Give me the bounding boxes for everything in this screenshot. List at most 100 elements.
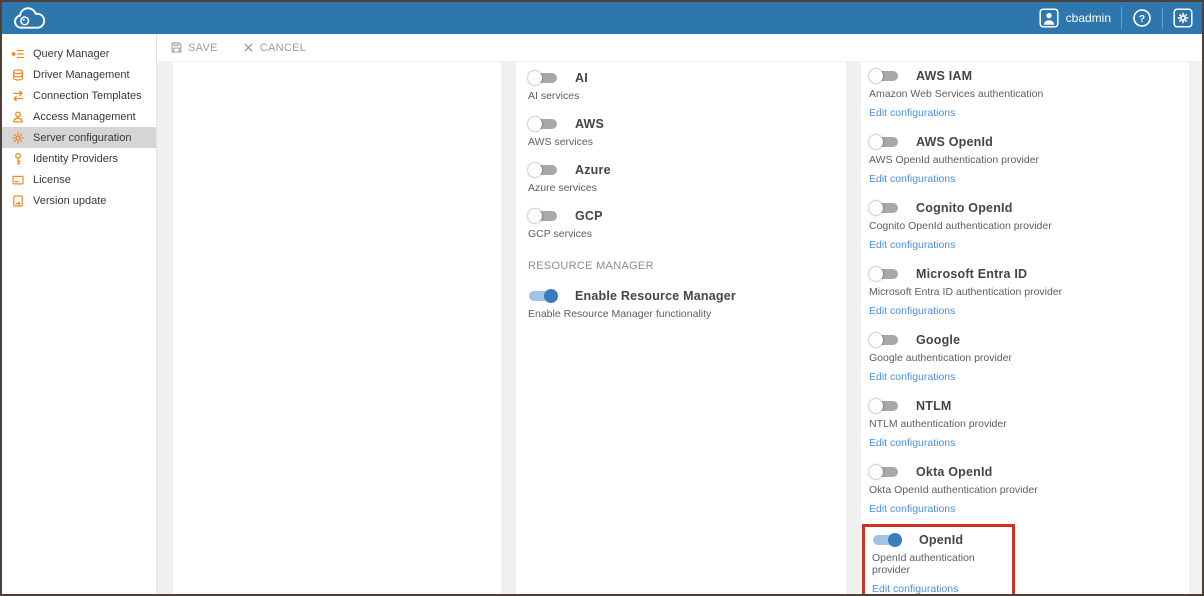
provider-name: Microsoft Entra ID — [916, 267, 1027, 281]
user-menu[interactable]: cbadmin — [1039, 8, 1111, 28]
access-management-icon — [11, 110, 25, 124]
sidebar-item-label: License — [33, 174, 71, 186]
service-gcp: GCP GCP services — [528, 209, 834, 240]
google-toggle[interactable] — [869, 333, 899, 347]
sidebar-item-driver-management[interactable]: Driver Management — [2, 64, 156, 85]
edit-configurations-link[interactable]: Edit configurations — [869, 173, 955, 185]
driver-management-icon — [11, 68, 25, 82]
aws-iam-toggle[interactable] — [869, 69, 899, 83]
provider-name: AWS IAM — [916, 69, 972, 83]
setting-row: AWS OpenId — [869, 135, 1181, 149]
auth-provider-list: AWS IAM Amazon Web Services authenticati… — [869, 69, 1181, 594]
enable-resource-manager-toggle[interactable] — [528, 289, 558, 303]
connection-templates-icon — [11, 89, 25, 103]
cognito-openid-toggle[interactable] — [869, 201, 899, 215]
sidebar-item-access-management[interactable]: Access Management — [2, 106, 156, 127]
toggle-knob — [528, 71, 542, 85]
service-name: GCP — [575, 209, 603, 223]
aws-openid-toggle[interactable] — [869, 135, 899, 149]
setting-enable-resource-manager: Enable Resource Manager Enable Resource … — [528, 289, 834, 320]
sidebar-item-query-manager[interactable]: Query Manager — [2, 43, 156, 64]
save-label: SAVE — [188, 42, 218, 54]
provider-description: Amazon Web Services authentication — [869, 88, 1181, 100]
save-button[interactable]: SAVE — [170, 41, 218, 54]
cancel-button[interactable]: CANCEL — [242, 41, 306, 54]
azure-toggle[interactable] — [528, 163, 558, 177]
setting-row: AWS — [528, 117, 834, 131]
cancel-icon — [242, 41, 255, 54]
help-icon[interactable]: ? — [1132, 8, 1152, 28]
setting-row: OpenId — [872, 533, 1008, 547]
openid-toggle[interactable] — [872, 533, 902, 547]
service-aws: AWS AWS services — [528, 117, 834, 148]
auth-provider-cognito-openid: Cognito OpenId Cognito OpenId authentica… — [869, 201, 1181, 253]
setting-row: AWS IAM — [869, 69, 1181, 83]
provider-description: Cognito OpenId authentication provider — [869, 220, 1181, 232]
service-ai: AI AI services — [528, 71, 834, 102]
edit-configurations-link[interactable]: Edit configurations — [869, 503, 955, 515]
sidebar-item-license[interactable]: License — [2, 169, 156, 190]
provider-name: OpenId — [919, 533, 963, 547]
provider-name: AWS OpenId — [916, 135, 993, 149]
sidebar: Query Manager Driver Management Connecti… — [2, 34, 157, 594]
service-description: AI services — [528, 90, 834, 102]
toggle-knob — [869, 399, 883, 413]
edit-configurations-link[interactable]: Edit configurations — [869, 305, 955, 317]
sidebar-item-version-update[interactable]: Version update — [2, 190, 156, 211]
gcp-toggle[interactable] — [528, 209, 558, 223]
setting-row: Okta OpenId — [869, 465, 1181, 479]
setting-row: Google — [869, 333, 1181, 347]
toolbar: SAVE CANCEL — [157, 34, 1202, 61]
service-name: AI — [575, 71, 588, 85]
toggle-knob — [528, 117, 542, 131]
cloudbeaver-logo-icon[interactable] — [11, 5, 47, 32]
sidebar-item-server-configuration[interactable]: Server configuration — [2, 127, 156, 148]
panel-auth-providers: AWS IAM Amazon Web Services authenticati… — [861, 62, 1189, 594]
okta-openid-toggle[interactable] — [869, 465, 899, 479]
edit-configurations-link[interactable]: Edit configurations — [869, 239, 955, 251]
service-name: AWS — [575, 117, 604, 131]
ai-toggle[interactable] — [528, 71, 558, 85]
toggle-knob — [528, 163, 542, 177]
provider-description: NTLM authentication provider — [869, 418, 1181, 430]
provider-name: NTLM — [916, 399, 952, 413]
ntlm-toggle[interactable] — [869, 399, 899, 413]
sidebar-item-label: Driver Management — [33, 69, 130, 81]
panel-empty — [173, 62, 501, 594]
aws-toggle[interactable] — [528, 117, 558, 131]
sidebar-item-connection-templates[interactable]: Connection Templates — [2, 85, 156, 106]
identity-providers-icon — [11, 152, 25, 166]
setting-row: Enable Resource Manager — [528, 289, 834, 303]
server-configuration-icon — [11, 131, 25, 145]
toggle-knob — [528, 209, 542, 223]
sidebar-item-label: Server configuration — [33, 132, 131, 144]
scrollbar-track[interactable] — [1189, 62, 1202, 594]
edit-configurations-link[interactable]: Edit configurations — [869, 107, 955, 119]
resource-manager-section-title: RESOURCE MANAGER — [528, 260, 834, 272]
edit-configurations-link[interactable]: Edit configurations — [872, 583, 958, 594]
setting-row: AI — [528, 71, 834, 85]
microsoft-entra-id-toggle[interactable] — [869, 267, 899, 281]
sidebar-item-label: Connection Templates — [33, 90, 142, 102]
edit-configurations-link[interactable]: Edit configurations — [869, 371, 955, 383]
setting-name: Enable Resource Manager — [575, 289, 736, 303]
sidebar-item-label: Version update — [33, 195, 106, 207]
top-bar: cbadmin ? — [2, 2, 1202, 34]
setting-row: GCP — [528, 209, 834, 223]
toggle-knob — [544, 289, 558, 303]
provider-description: Google authentication provider — [869, 352, 1181, 364]
setting-row: Cognito OpenId — [869, 201, 1181, 215]
setting-description: Enable Resource Manager functionality — [528, 308, 834, 320]
edit-configurations-link[interactable]: Edit configurations — [869, 437, 955, 449]
auth-provider-aws-openid: AWS OpenId AWS OpenId authentication pro… — [869, 135, 1181, 187]
provider-description: Microsoft Entra ID authentication provid… — [869, 286, 1181, 298]
toggle-knob — [869, 267, 883, 281]
setting-row: NTLM — [869, 399, 1181, 413]
service-list: AI AI services AWS AWS services Azure Az… — [528, 71, 834, 240]
sidebar-item-identity-providers[interactable]: Identity Providers — [2, 148, 156, 169]
user-avatar-icon — [1039, 8, 1059, 28]
auth-provider-openid: OpenId OpenId authentication provider Ed… — [862, 524, 1015, 594]
version-update-icon — [11, 194, 25, 208]
settings-gear-icon[interactable] — [1173, 8, 1193, 28]
topbar-divider — [1162, 7, 1163, 29]
